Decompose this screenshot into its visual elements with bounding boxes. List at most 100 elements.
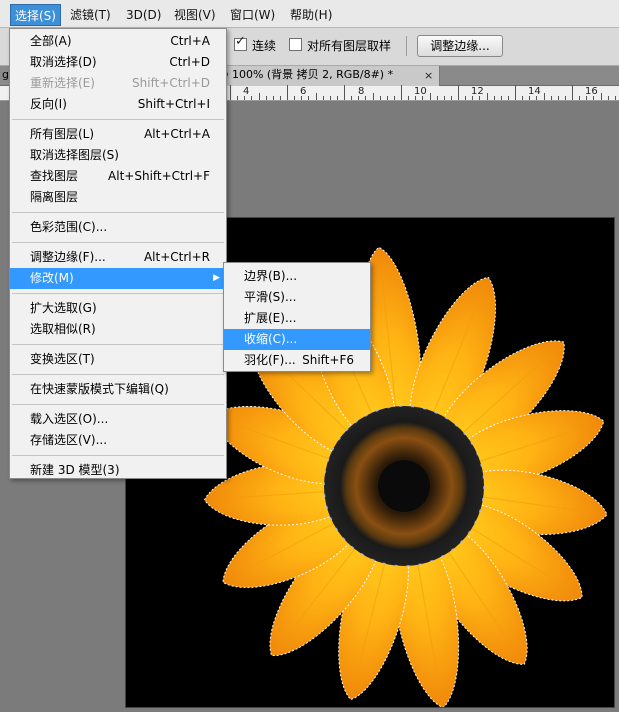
select_menu-item-label: 载入选区(O)... xyxy=(30,412,109,426)
tab-document[interactable]: ng @ 100% (背景 拷贝 2, RGB/8#) * xyxy=(196,66,440,86)
ruler-tick xyxy=(586,96,588,100)
select_menu-item[interactable]: 隔离图层 xyxy=(10,187,226,208)
select_menu-item[interactable]: 在快速蒙版模式下编辑(Q) xyxy=(10,379,226,400)
menu-filter[interactable]: 滤镜(T) xyxy=(66,5,115,25)
select_menu-item[interactable]: 新建 3D 模型(3) xyxy=(10,460,226,481)
select_menu-item-label: 查找图层 xyxy=(30,169,79,183)
ruler-tick xyxy=(365,96,367,100)
sample-all-layers-label: 对所有图层取样 xyxy=(307,39,392,53)
ruler-tick xyxy=(393,96,395,100)
select_menu-item[interactable]: 扩大选取(G) xyxy=(10,298,226,319)
menu-separator xyxy=(12,455,224,456)
menu-window[interactable]: 窗口(W) xyxy=(226,5,279,25)
ruler-tick xyxy=(436,96,438,100)
select_menu-item-label: 修改(M) xyxy=(30,271,74,285)
menu-separator xyxy=(12,119,224,120)
ruler-tick xyxy=(543,93,545,100)
ruler-tick xyxy=(422,96,424,100)
select_menu-item-shortcut: Shift+Ctrl+D xyxy=(132,76,210,90)
refine-edge-button[interactable]: 调整边缘... xyxy=(417,35,503,57)
select_menu-item[interactable]: 查找图层 Alt+Shift+Ctrl+F xyxy=(10,166,226,187)
select_menu-item[interactable]: 载入选区(O)... xyxy=(10,409,226,430)
menu-bar: 选择(S) 滤镜(T) 3D(D) 视图(V) 窗口(W) 帮助(H) xyxy=(0,0,619,28)
select_menu-item[interactable]: 变换选区(T) xyxy=(10,349,226,370)
menu-select[interactable]: 选择(S) xyxy=(10,4,61,26)
select_menu-item[interactable]: 选取相似(R) xyxy=(10,319,226,340)
select_menu-item-label: 取消选择图层(S) xyxy=(30,148,119,162)
ruler-tick xyxy=(500,96,502,100)
select_menu-item-shortcut: Ctrl+D xyxy=(169,55,210,69)
ruler-tick xyxy=(443,96,445,100)
select_menu-item[interactable]: 所有图层(L) Alt+Ctrl+A xyxy=(10,124,226,145)
modify_submenu-item[interactable]: 扩展(E)... xyxy=(224,308,370,329)
close-icon[interactable]: × xyxy=(424,67,433,85)
select_menu-item[interactable]: 全部(A) Ctrl+A xyxy=(10,31,226,52)
ruler-tick xyxy=(272,96,274,100)
modify_submenu-item-label: 羽化(F)... xyxy=(244,353,296,367)
select_menu-item-shortcut: Alt+Shift+Ctrl+F xyxy=(108,169,210,183)
ruler-tick xyxy=(386,96,388,100)
select_menu-item[interactable]: 调整边缘(F)... Alt+Ctrl+R xyxy=(10,247,226,268)
ruler-tick xyxy=(301,96,303,100)
select_menu-item[interactable]: 存储选区(V)... xyxy=(10,430,226,451)
ruler-tick xyxy=(230,85,231,100)
menu-3d[interactable]: 3D(D) xyxy=(122,5,165,25)
ruler-tick xyxy=(572,85,573,100)
options-divider xyxy=(406,36,407,56)
modify_submenu-item-shortcut: Shift+F6 xyxy=(302,353,354,367)
prev-doc-tab[interactable]: g xyxy=(2,68,9,81)
select_menu-item-label: 新建 3D 模型(3) xyxy=(30,463,120,477)
ruler-tick xyxy=(600,93,602,100)
menu-separator xyxy=(12,404,224,405)
tab-document-title: ng @ 100% (背景 拷贝 2, RGB/8#) * xyxy=(200,68,394,81)
select_menu-item[interactable]: 取消选择(D) Ctrl+D xyxy=(10,52,226,73)
select_menu-item-label: 调整边缘(F)... xyxy=(30,250,106,264)
select_menu-item[interactable]: 修改(M) ▶ xyxy=(10,268,226,289)
select_menu-item-label: 色彩范围(C)... xyxy=(30,220,108,234)
ruler-tick xyxy=(515,85,516,100)
ruler-tick xyxy=(522,96,524,100)
modify_submenu-item[interactable]: 平滑(S)... xyxy=(224,287,370,308)
modify_submenu-item[interactable]: 收缩(C)... xyxy=(224,329,370,350)
ruler-tick xyxy=(507,96,509,100)
ruler-tick xyxy=(479,96,481,100)
select_menu-item[interactable]: 取消选择图层(S) xyxy=(10,145,226,166)
ruler-tick xyxy=(465,96,467,100)
menu-help[interactable]: 帮助(H) xyxy=(286,5,336,25)
ruler-tick xyxy=(287,85,288,100)
ruler-tick xyxy=(493,96,495,100)
ruler-tick xyxy=(429,93,431,100)
select_menu-item-label: 选取相似(R) xyxy=(30,322,96,336)
menu-separator xyxy=(12,242,224,243)
ruler-tick xyxy=(614,96,616,100)
modify_submenu-item[interactable]: 羽化(F)... Shift+F6 xyxy=(224,350,370,371)
sample-all-layers-checkbox[interactable] xyxy=(289,38,302,51)
ruler-tick xyxy=(401,85,402,100)
ruler-tick xyxy=(329,96,331,100)
select_menu-item-label: 所有图层(L) xyxy=(30,127,95,141)
select_menu-item-shortcut: Ctrl+A xyxy=(170,34,210,48)
menu-view[interactable]: 视图(V) xyxy=(170,5,220,25)
select_menu-item[interactable]: 反向(I) Shift+Ctrl+I xyxy=(10,94,226,115)
ruler-tick xyxy=(564,96,566,100)
select_menu-item[interactable]: 色彩范围(C)... xyxy=(10,217,226,238)
ruler-tick xyxy=(415,96,417,100)
submenu-arrow-icon: ▶ xyxy=(213,273,220,283)
ruler-tick xyxy=(579,96,581,100)
ruler-tick xyxy=(258,93,260,100)
menu-separator xyxy=(12,344,224,345)
ruler-tick xyxy=(450,96,452,100)
ruler-tick xyxy=(529,96,531,100)
modify_submenu-item[interactable]: 边界(B)... xyxy=(224,266,370,287)
ruler-tick xyxy=(237,96,239,100)
modify-submenu: 边界(B)... 平滑(S)... 扩展(E)... 收缩(C)... 羽化(F)...… xyxy=(223,262,371,372)
ruler-tick xyxy=(486,93,488,100)
contiguous-label: 连续 xyxy=(252,39,277,53)
ruler-tick xyxy=(322,96,324,100)
ruler-tick xyxy=(607,96,609,100)
select_menu-item-label: 扩大选取(G) xyxy=(30,301,97,315)
contiguous-checkbox[interactable]: ✓ xyxy=(234,34,247,51)
checkmark-icon: ✓ xyxy=(235,34,246,49)
ruler-tick xyxy=(344,85,345,100)
select_menu-item-label: 存储选区(V)... xyxy=(30,433,108,447)
